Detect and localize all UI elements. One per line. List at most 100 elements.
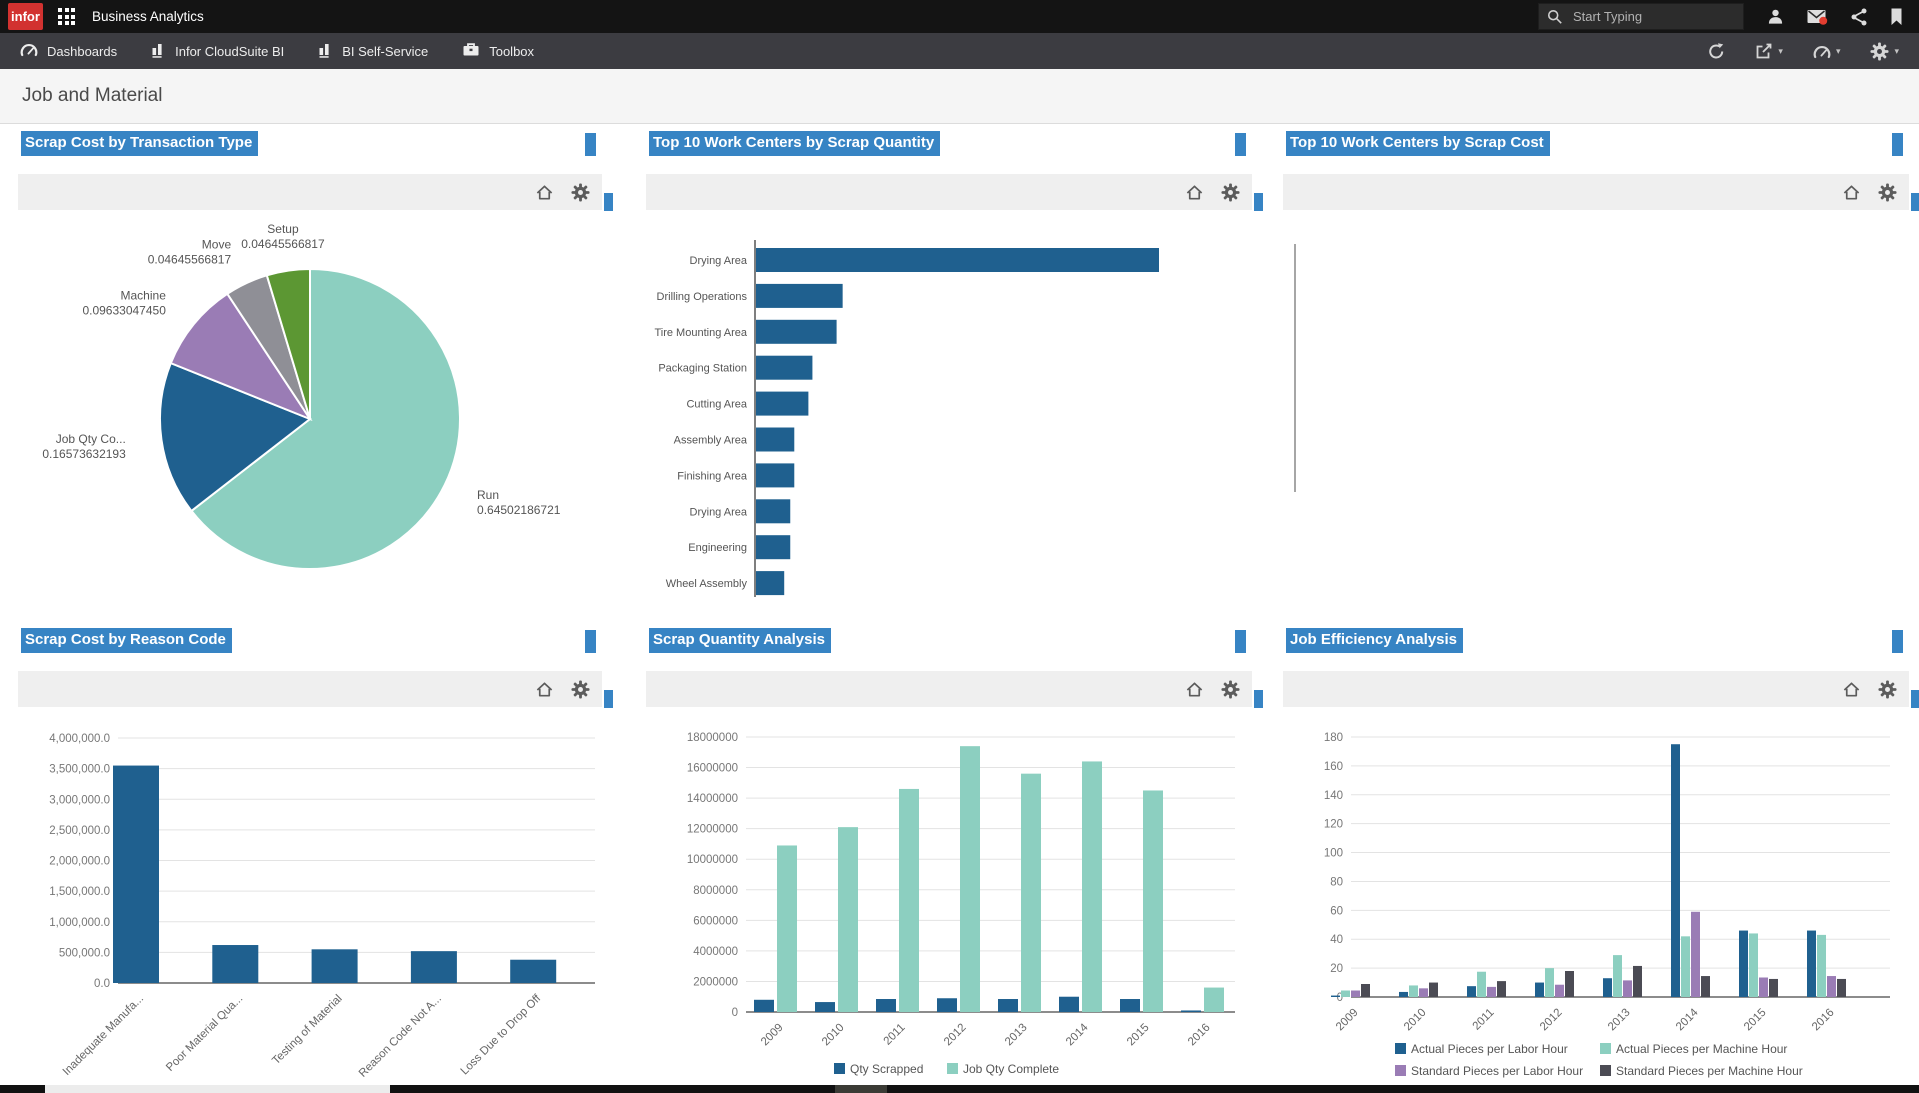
bar-Finishing Area[interactable] <box>756 463 794 487</box>
bookmark-icon[interactable] <box>1890 8 1903 26</box>
home-icon[interactable] <box>1842 680 1861 699</box>
bar-2012-0[interactable] <box>937 998 957 1012</box>
app-grid-icon[interactable] <box>58 8 75 25</box>
gear-icon[interactable] <box>1878 680 1897 699</box>
bar-2014-3[interactable] <box>1701 976 1710 997</box>
bar-2015-0[interactable] <box>1120 999 1140 1012</box>
bar-2013-1[interactable] <box>1021 774 1041 1012</box>
settings-gear-icon[interactable]: ▾ <box>1870 42 1899 61</box>
bar-Reason Code Not A...-0[interactable] <box>411 951 457 983</box>
bar-2011-0[interactable] <box>876 999 896 1012</box>
gauge-menu-icon[interactable]: ▾ <box>1813 44 1841 59</box>
bar-2011-3[interactable] <box>1497 981 1506 997</box>
bar-2011-0[interactable] <box>1467 986 1476 997</box>
export-icon[interactable]: ▾ <box>1755 43 1783 60</box>
bar-Drying Area[interactable] <box>756 499 790 523</box>
nav-item-dashboards[interactable]: Dashboards <box>20 42 117 60</box>
bar-Engineering[interactable] <box>756 535 790 559</box>
bar-2012-2[interactable] <box>1555 985 1564 997</box>
bar-Wheel Assembly[interactable] <box>756 571 784 595</box>
refresh-icon[interactable] <box>1707 42 1725 60</box>
bar-2013-0[interactable] <box>1603 978 1612 997</box>
bar-Tire Mounting Area[interactable] <box>756 320 837 344</box>
gear-icon[interactable] <box>1878 183 1897 202</box>
scrollbar-thumb[interactable] <box>45 1085 390 1093</box>
bar-2011-2[interactable] <box>1487 987 1496 997</box>
bar-2014-1[interactable] <box>1082 761 1102 1012</box>
bar-Packaging Station[interactable] <box>756 356 812 380</box>
mail-icon[interactable] <box>1807 9 1828 25</box>
bar-2016-1[interactable] <box>1204 988 1224 1012</box>
bar-2010-1[interactable] <box>1409 985 1418 997</box>
search-input[interactable] <box>1571 8 1735 25</box>
selection-marker <box>1911 193 1919 211</box>
bar-2012-3[interactable] <box>1565 971 1574 997</box>
bar-2009-2[interactable] <box>1351 991 1360 998</box>
nav-label: Toolbox <box>489 44 534 59</box>
bar-2015-0[interactable] <box>1739 931 1748 997</box>
bar-2011-1[interactable] <box>1477 972 1486 997</box>
bar-2015-1[interactable] <box>1749 933 1758 997</box>
gear-icon[interactable] <box>571 183 590 202</box>
bar-Testing of Material-0[interactable] <box>312 949 358 983</box>
bar-2015-1[interactable] <box>1143 790 1163 1012</box>
bar-2014-0[interactable] <box>1059 997 1079 1012</box>
bar-2013-0[interactable] <box>998 999 1018 1012</box>
bar-2015-3[interactable] <box>1769 979 1778 997</box>
bar-2014-1[interactable] <box>1681 936 1690 997</box>
bar-2016-1[interactable] <box>1817 935 1826 997</box>
home-icon[interactable] <box>535 183 554 202</box>
bar-2016-0[interactable] <box>1181 1010 1201 1012</box>
bar-Inadequate Manufa...-0[interactable] <box>113 766 159 983</box>
home-icon[interactable] <box>535 680 554 699</box>
bar-2009-0[interactable] <box>1331 996 1340 997</box>
bar-2015-2[interactable] <box>1759 978 1768 998</box>
panel-top10-scrap-quantity: Top 10 Work Centers by Scrap Quantity Dr… <box>646 131 1252 609</box>
bar-2016-0[interactable] <box>1807 931 1816 997</box>
y-tick-label: 1,000,000.0 <box>49 917 110 929</box>
bar-2016-3[interactable] <box>1837 979 1846 997</box>
home-icon[interactable] <box>1185 680 1204 699</box>
search-box[interactable] <box>1538 3 1744 30</box>
bar-Poor Material Qua...-0[interactable] <box>212 945 258 983</box>
gear-icon[interactable] <box>1221 680 1240 699</box>
user-icon[interactable] <box>1767 8 1784 25</box>
bar-Drilling Operations[interactable] <box>756 284 843 308</box>
gear-icon[interactable] <box>1221 183 1240 202</box>
bar-Cutting Area[interactable] <box>756 392 808 416</box>
bar-2009-1[interactable] <box>777 845 797 1012</box>
bar-Loss Due to Drop Off-0[interactable] <box>510 960 556 983</box>
nav-item-bi-self-service[interactable]: BI Self-Service <box>318 42 428 61</box>
legend-swatch <box>1395 1065 1406 1076</box>
bar-2009-0[interactable] <box>754 1000 774 1012</box>
bar-2009-1[interactable] <box>1341 991 1350 998</box>
bar-2013-3[interactable] <box>1633 966 1642 997</box>
bar-2010-2[interactable] <box>1419 988 1428 997</box>
bar-2010-0[interactable] <box>815 1002 835 1012</box>
nav-item-infor-cloudsuite-bi[interactable]: Infor CloudSuite BI <box>151 42 284 61</box>
selection-marker <box>604 193 613 211</box>
share-icon[interactable] <box>1851 8 1867 26</box>
bar-2010-0[interactable] <box>1399 992 1408 997</box>
selection-marker <box>1892 133 1903 156</box>
bottom-scroll-strip[interactable] <box>0 1085 1919 1093</box>
bar-2010-1[interactable] <box>838 827 858 1012</box>
infor-logo[interactable]: infor <box>8 3 43 30</box>
bar-2014-2[interactable] <box>1691 912 1700 997</box>
bar-2013-1[interactable] <box>1613 955 1622 997</box>
bar-2011-1[interactable] <box>899 789 919 1012</box>
bar-Drying Area[interactable] <box>756 248 1159 272</box>
bar-2010-3[interactable] <box>1429 983 1438 997</box>
bar-2009-3[interactable] <box>1361 984 1370 997</box>
gear-icon[interactable] <box>571 680 590 699</box>
bar-2016-2[interactable] <box>1827 976 1836 997</box>
bar-Assembly Area[interactable] <box>756 428 794 452</box>
bar-2014-0[interactable] <box>1671 744 1680 997</box>
bar-2012-1[interactable] <box>1545 968 1554 997</box>
nav-item-toolbox[interactable]: Toolbox <box>462 42 534 60</box>
bar-2012-1[interactable] <box>960 746 980 1012</box>
home-icon[interactable] <box>1842 183 1861 202</box>
bar-2012-0[interactable] <box>1535 983 1544 997</box>
bar-2013-2[interactable] <box>1623 980 1632 997</box>
home-icon[interactable] <box>1185 183 1204 202</box>
